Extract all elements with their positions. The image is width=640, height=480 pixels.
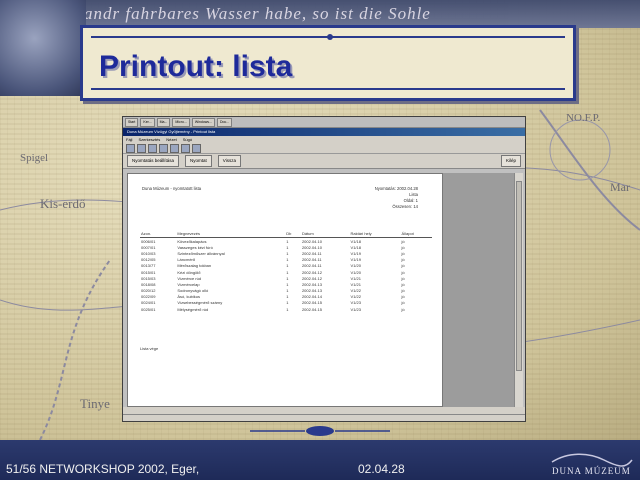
table-cell: jó [401, 238, 405, 244]
menu-item-help[interactable]: Súgó [183, 136, 192, 143]
menu-item-file[interactable]: Fájl [126, 136, 132, 143]
table-cell: 2002.04.15 [301, 306, 322, 312]
table-cell: 1 [286, 238, 289, 244]
report-header-left: Duna Múzeum - nyomtatott lista [142, 186, 202, 191]
taskbar-item[interactable]: Ma... [156, 117, 171, 127]
taskbar-item[interactable]: Ker... [140, 117, 155, 127]
map-label: Mar [610, 180, 630, 194]
menu-item-view[interactable]: Nézet [166, 136, 176, 143]
map-label: NO.F.P. [566, 112, 601, 124]
taskbar-item[interactable]: Micro... [172, 117, 190, 127]
table-cell: 0025/01 [141, 306, 156, 312]
exit-button[interactable]: Kilép [500, 155, 521, 167]
report-table-body: 0006/01 Kövezőkalapács 1 2002.04.10 V1/18 jó 0… [140, 238, 432, 313]
back-button[interactable]: Vissza [217, 155, 241, 167]
save-icon[interactable] [137, 143, 146, 153]
taskbar-item[interactable]: Start [125, 117, 139, 127]
table-cell: Mélységmérő rúd [177, 306, 209, 312]
print-button[interactable]: Nyomtat [185, 155, 212, 167]
page-prev-icon[interactable] [181, 143, 190, 153]
menu-item-edit[interactable]: Szerkesztés [138, 136, 160, 143]
column-header: Db [285, 230, 301, 238]
column-header: Dátum [300, 230, 350, 238]
table-header-row: Azon. Megnevezés Db Dátum Raktári hely Á… [140, 230, 432, 238]
taskbar-item[interactable]: Windows... [191, 117, 215, 127]
table-cell: 0006/01 [141, 238, 156, 244]
vertical-scrollbar[interactable] [514, 173, 523, 407]
table-cell: V1/23 [350, 306, 361, 312]
table-cell: V1/18 [350, 238, 361, 244]
scrollbar-thumb[interactable] [516, 181, 522, 371]
footer-date: 02.04.28 [358, 462, 405, 476]
ornament-icon [290, 34, 370, 40]
windows-taskbar: Start Ker... Ma... Micro... Windows... D… [123, 117, 525, 128]
window-titlebar: Duna Múzeum Vízügyi Gyűjtemény - Printou… [123, 128, 525, 136]
museum-logo-text: DUNA MÚZEUM [552, 466, 631, 476]
slide-title: Printout: lista [99, 50, 293, 83]
copy-icon[interactable] [148, 143, 157, 153]
report-header-line: Összesen: 14 [392, 204, 418, 209]
viewer-background [443, 173, 515, 407]
table-cell: 1 [286, 306, 289, 312]
column-header: Raktári hely [349, 230, 401, 238]
column-header: Megnevezés [176, 230, 286, 238]
footer-event-text: 51/56 NETWORKSHOP 2002, Eger, [6, 462, 200, 476]
table-cell: Kövezőkalapács [177, 238, 207, 244]
map-label: Kis-erdő [40, 196, 86, 211]
map-label: Tinye [80, 396, 110, 411]
title-rule-bottom [91, 88, 565, 90]
column-header: Állapot [400, 230, 432, 238]
table-cell: jó [401, 306, 405, 312]
print-setup-button[interactable]: Nyomtatás beállítása [127, 155, 180, 167]
horizontal-scrollbar[interactable] [123, 414, 525, 421]
ornament-icon [250, 426, 390, 436]
report-page: Duna Múzeum - nyomtatott lista Nyomtatás… [127, 173, 443, 407]
report-nav-bar: Nyomtatás beállítása Nyomtat Vissza Kilé… [123, 154, 525, 169]
report-header-right: Nyomtatás: 2002.04.28 Lista Oldal: 1 Öss… [375, 186, 418, 210]
zoom-icon[interactable] [170, 143, 179, 153]
tool-bar [123, 143, 525, 154]
table-cell: 2002.04.10 [301, 238, 322, 244]
menu-bar: Fájl Szerkesztés Nézet Súgó [123, 136, 525, 143]
search-icon[interactable] [159, 143, 168, 153]
map-label: Spigel [20, 152, 49, 164]
table-row: 0006/01 Kövezőkalapács 1 2002.04.10 V1/18 jó [140, 238, 432, 245]
page-next-icon[interactable] [192, 143, 201, 153]
report-footer: Lista vége [140, 346, 159, 351]
app-screenshot-window: Start Ker... Ma... Micro... Windows... D… [122, 116, 526, 422]
taskbar-item[interactable]: Doc... [216, 117, 233, 127]
banner-script-text: andr fahrbares Wasser habe, so ist die S… [0, 0, 640, 28]
engraving-illustration [0, 0, 86, 96]
print-icon[interactable] [126, 143, 135, 153]
report-table: Azon. Megnevezés Db Dátum Raktári hely Á… [140, 230, 432, 312]
table-row: 0025/01 Mélységmérő rúd 1 2002.04.15 V1/23 jó [140, 306, 432, 312]
column-header: Azon. [140, 230, 177, 238]
